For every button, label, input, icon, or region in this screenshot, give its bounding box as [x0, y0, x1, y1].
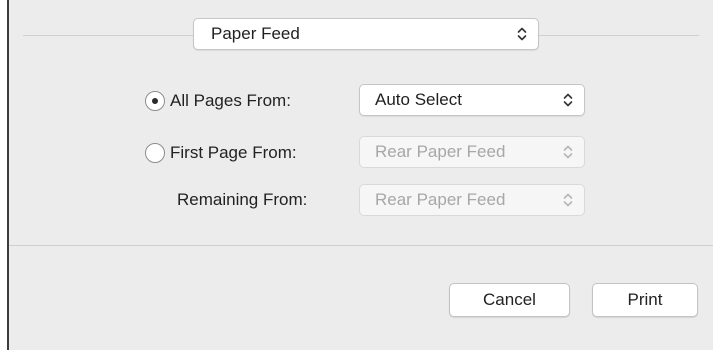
first-page-label[interactable]: First Page From: — [170, 143, 297, 163]
chevron-updown-icon — [516, 25, 528, 43]
panel-select[interactable]: Paper Feed — [193, 18, 539, 50]
remaining-source-select: Rear Paper Feed — [359, 184, 585, 216]
chevron-updown-icon — [562, 91, 574, 109]
remaining-source-value: Rear Paper Feed — [375, 190, 506, 209]
footer-separator — [9, 245, 713, 246]
all-pages-source-value: Auto Select — [375, 90, 462, 109]
header-separator-left — [23, 35, 193, 36]
first-page-source-value: Rear Paper Feed — [375, 142, 506, 161]
print-dialog: Paper Feed All Pages From: Auto Select F… — [7, 0, 713, 350]
header-separator-right — [539, 35, 699, 36]
cancel-button-label: Cancel — [483, 290, 536, 309]
first-page-radio[interactable] — [145, 143, 165, 163]
chevron-updown-icon — [562, 191, 574, 209]
cancel-button[interactable]: Cancel — [449, 283, 570, 317]
radio-selected-dot — [152, 98, 158, 104]
remaining-label: Remaining From: — [177, 190, 308, 209]
print-button[interactable]: Print — [592, 283, 698, 317]
all-pages-radio[interactable] — [145, 91, 165, 111]
all-pages-label[interactable]: All Pages From: — [170, 91, 291, 111]
all-pages-source-select[interactable]: Auto Select — [359, 84, 585, 116]
panel-select-value: Paper Feed — [211, 24, 300, 43]
first-page-source-select: Rear Paper Feed — [359, 136, 585, 168]
print-button-label: Print — [627, 290, 663, 309]
chevron-updown-icon — [562, 143, 574, 161]
